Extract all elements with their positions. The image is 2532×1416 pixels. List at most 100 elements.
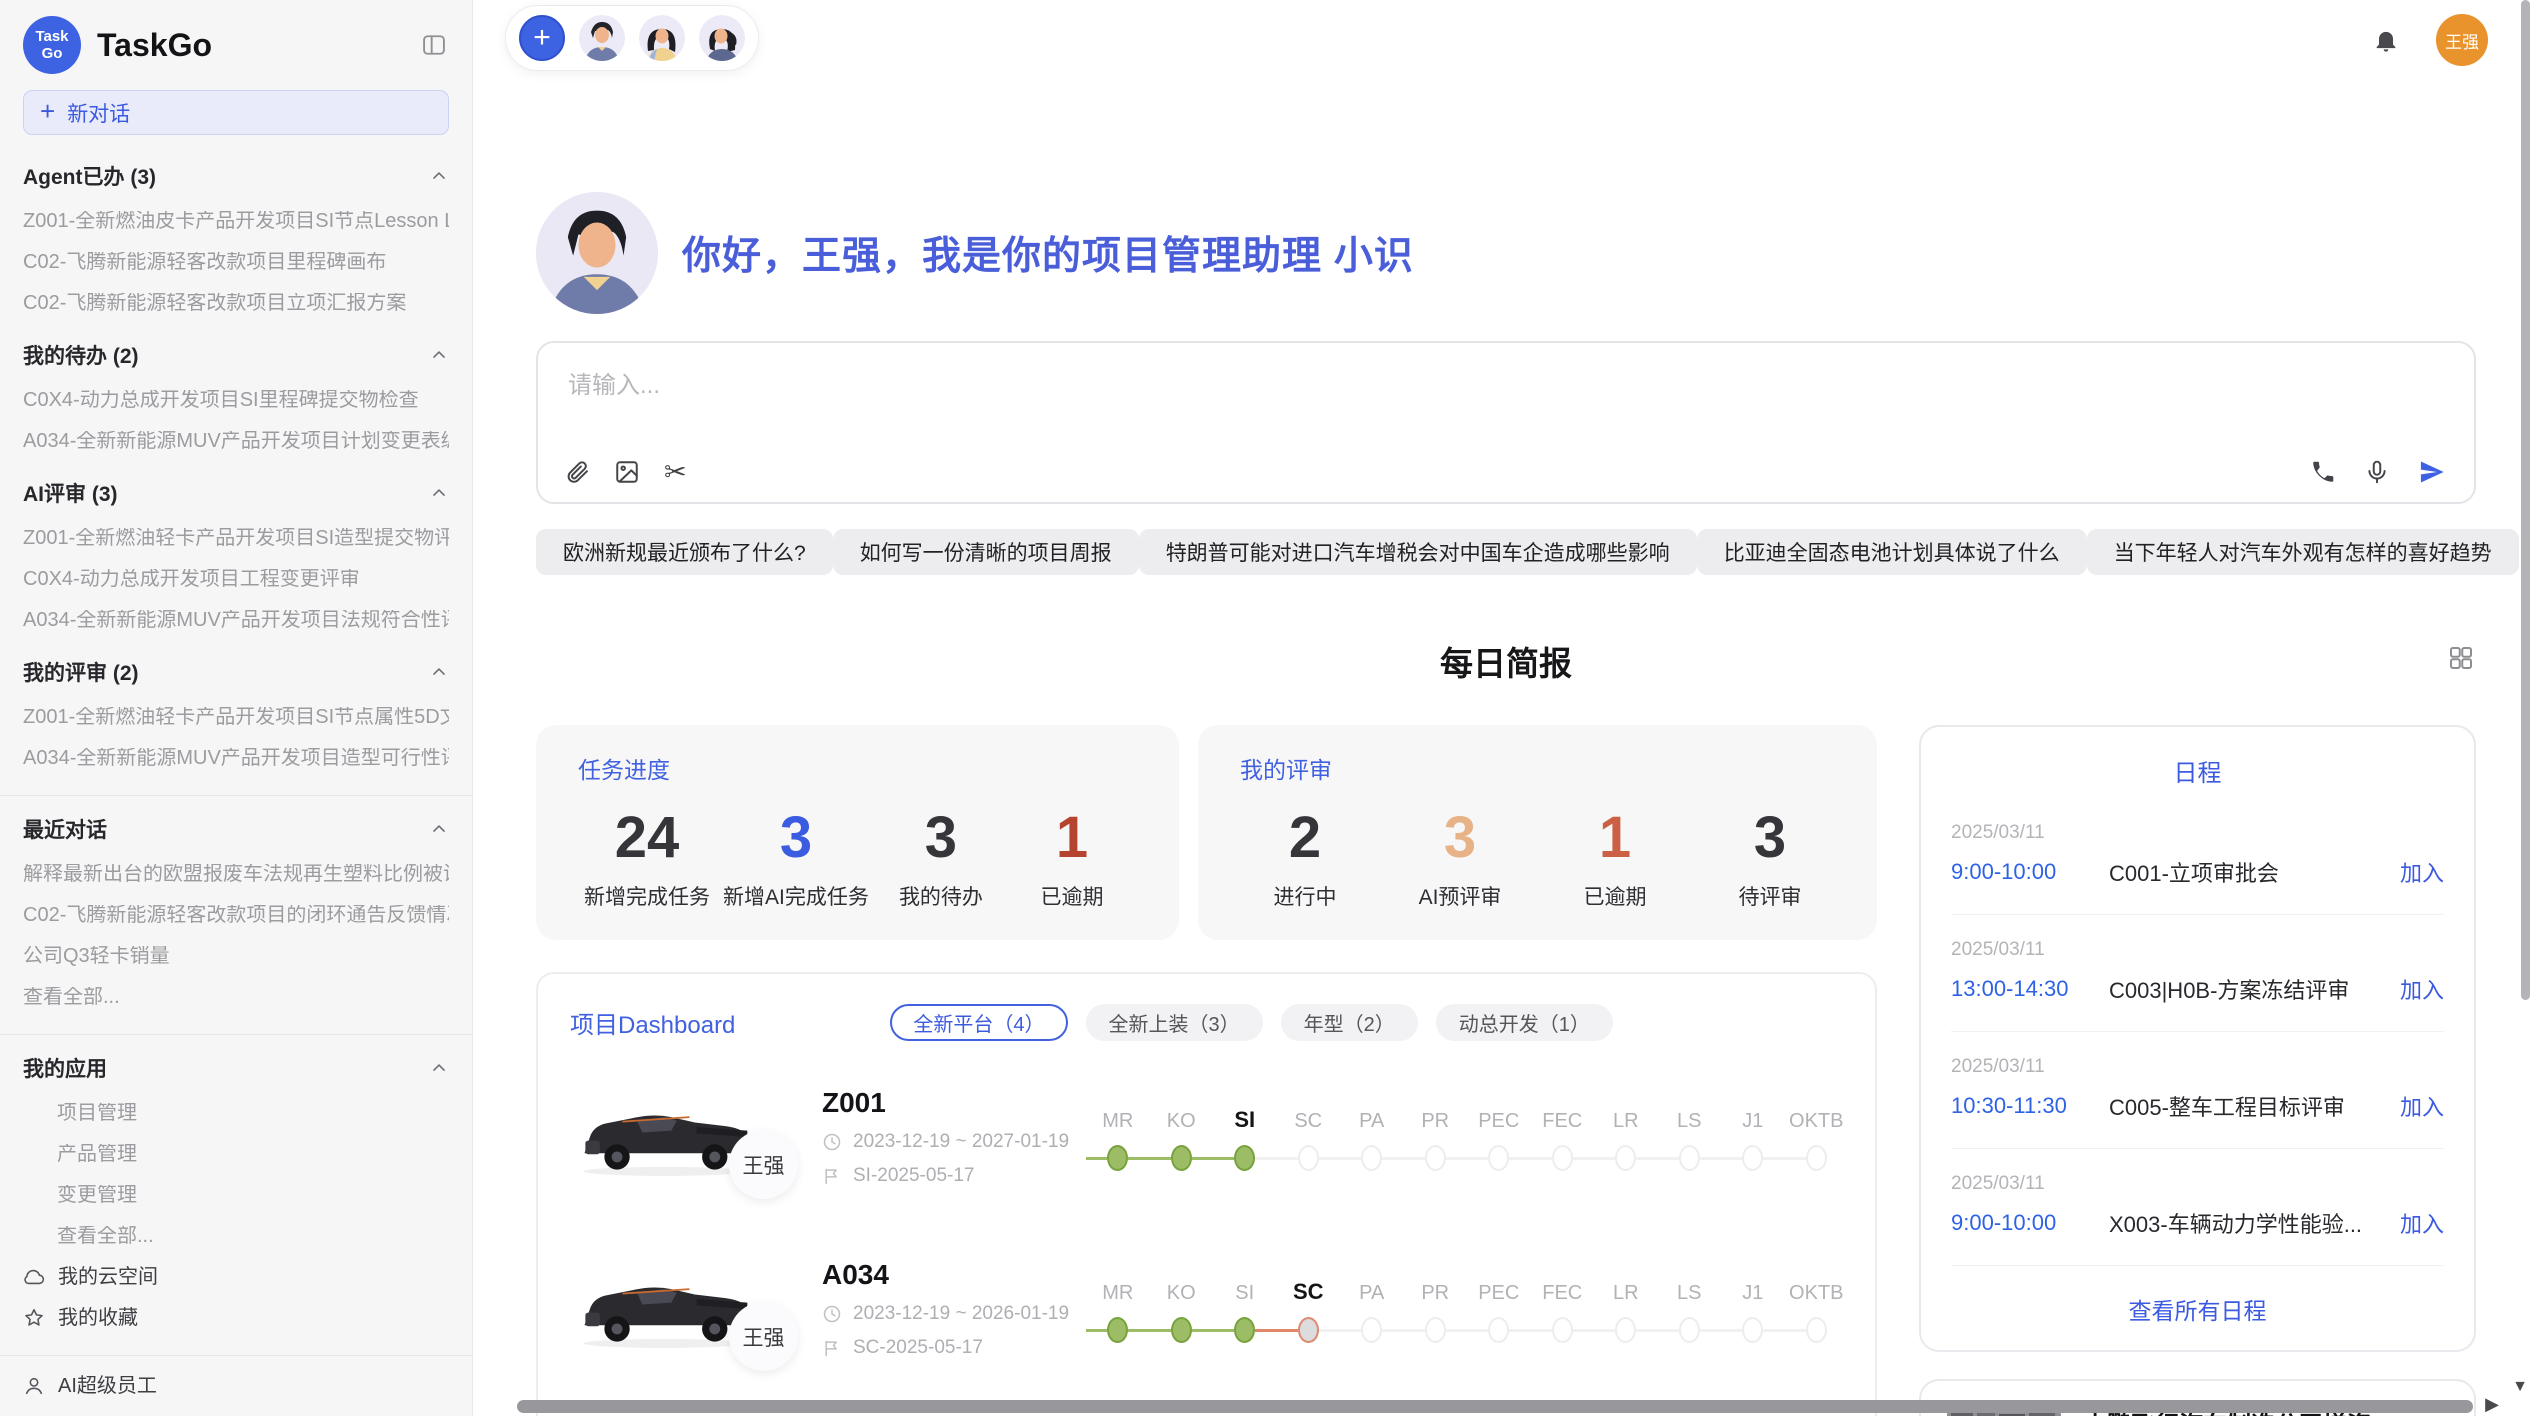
sidebar-tool-ai-employee[interactable]: AI超级员工 (23, 1375, 449, 1397)
vertical-scrollbar[interactable] (2521, 0, 2530, 1000)
sidebar-item[interactable]: A034-全新新能源MUV产品开发项目法规符合性评审 (23, 610, 449, 631)
project-info: Z0012023-12-19 ~ 2027-01-19SI-2025-05-17 (822, 1087, 1080, 1187)
milestone-line (1573, 1329, 1594, 1332)
milestone-mr: MR (1086, 1275, 1150, 1343)
stat: 3AI预评审 (1401, 805, 1519, 911)
view-all-link[interactable]: 查看全部... (23, 1226, 449, 1247)
sidebar-section-header[interactable]: 我的评审 (2) (23, 657, 449, 687)
milestone-dot (1107, 1145, 1128, 1171)
sidebar-section-header[interactable]: AI评审 (3) (23, 478, 449, 508)
sidebar-sections: Agent已办 (3) Z001-全新燃油皮卡产品开发项目SI节点Lesson L… (23, 161, 449, 769)
join-meeting-link[interactable]: 加入 (2400, 1090, 2444, 1122)
recent-chat-item[interactable]: C02-飞腾新能源轻客改款项目的闭环通告反馈情况 (23, 905, 449, 926)
sidebar-item[interactable]: A034-全新新能源MUV产品开发项目计划变更表编写 (23, 431, 449, 452)
sidebar-item[interactable]: A034-全新新能源MUV产品开发项目造型可行性评审 (23, 748, 449, 769)
dashboard-tab[interactable]: 全新平台（4） (890, 1004, 1067, 1041)
sidebar-item[interactable]: Z001-全新燃油皮卡产品开发项目SI节点Lesson Learn报告 (23, 211, 449, 232)
milestone-line (1404, 1157, 1425, 1160)
sidebar-item[interactable]: C02-飞腾新能源轻客改款项目里程碑画布 (23, 252, 449, 273)
project-dates-text: 2023-12-19 ~ 2027-01-19 (853, 1131, 1069, 1153)
sidebar-section-header[interactable]: 我的待办 (2) (23, 340, 449, 370)
schedule-entry: 2025/03/119:00-10:00C001-立项审批会加入 (1951, 798, 2444, 915)
suggestion-chip[interactable]: 特朗普可能对进口汽车增税会对中国车企造成哪些影响 (1139, 529, 1697, 575)
stat: 24新增完成任务 (584, 805, 710, 911)
image-upload-button[interactable] (614, 459, 640, 485)
schedule-event-name: C005-整车工程目标评审 (2109, 1090, 2400, 1122)
milestone-label: FEC (1542, 1275, 1582, 1305)
recent-chat-item[interactable]: 公司Q3轻卡销量 (23, 946, 449, 967)
stat: 2进行中 (1246, 805, 1364, 911)
recent-chat-item[interactable]: 解释最新出台的欧盟报废车法规再生塑料比例被调至15%... (23, 864, 449, 885)
milestone-line (1086, 1329, 1107, 1332)
join-meeting-link[interactable]: 加入 (2400, 1207, 2444, 1239)
milestone-track: MRKOSISCPAPRPECFECLRLSJ1OKTB (1086, 1275, 1848, 1343)
view-all-link[interactable]: 查看全部... (23, 987, 449, 1008)
sidebar-shortcut-cloud[interactable]: 我的云空间 (23, 1266, 449, 1288)
attachment-button[interactable] (564, 459, 590, 485)
project-list: 王强Z0012023-12-19 ~ 2027-01-19SI-2025-05-… (570, 1087, 1843, 1416)
sidebar-item[interactable]: C0X4-动力总成开发项目SI里程碑提交物检查 (23, 390, 449, 411)
briefing-right-column: 日程 2025/03/119:00-10:00C001-立项审批会加入 2025/… (1919, 725, 2476, 1416)
milestone-dot-track (1467, 1317, 1531, 1343)
project-node-text: SI-2025-05-17 (853, 1165, 974, 1187)
milestone-ko: KO (1150, 1103, 1214, 1171)
horizontal-scrollbar[interactable] (517, 1400, 2473, 1413)
milestone-line (1573, 1157, 1594, 1160)
schedule-date: 2025/03/11 (1951, 1056, 2444, 1078)
suggestion-chip[interactable]: 比亚迪全固态电池计划具体说了什么 (1697, 529, 2087, 575)
schedule-title: 日程 (1951, 753, 2444, 788)
recent-chats-header[interactable]: 最近对话 (23, 814, 449, 844)
project-row[interactable]: 王强Z0012023-12-19 ~ 2027-01-19SI-2025-05-… (570, 1087, 1843, 1187)
chevron-up-icon (429, 166, 449, 186)
sidebar-section-header-label: 我的评审 (2) (23, 657, 139, 687)
milestone-si: SI (1213, 1275, 1277, 1343)
view-all-schedule-link[interactable]: 查看所有日程 (1951, 1292, 2444, 1326)
sidebar-apps: 我的应用项目管理产品管理变更管理查看全部... 我的云空间我的收藏 (23, 1053, 449, 1329)
milestone-track: MRKOSISCPAPRPECFECLRLSJ1OKTB (1086, 1103, 1848, 1171)
project-current-node: SI-2025-05-17 (822, 1165, 1080, 1187)
milestone-line (1594, 1329, 1615, 1332)
stats-card-title: 任务进度 (578, 751, 1137, 785)
sidebar-item[interactable]: Z001-全新燃油轻卡产品开发项目SI造型提交物评审 (23, 528, 449, 549)
sidebar-divider (0, 1355, 472, 1356)
new-chat-button[interactable]: + 新对话 (23, 90, 449, 135)
my-apps-header[interactable]: 我的应用 (23, 1053, 449, 1083)
milestone-label: FEC (1542, 1103, 1582, 1133)
suggestion-chip[interactable]: 如何写一份清晰的项目周报 (833, 529, 1139, 575)
stat-label: 我的待办 (882, 881, 1000, 911)
app-item[interactable]: 变更管理 (23, 1185, 449, 1206)
voice-call-button[interactable] (2310, 459, 2336, 485)
send-button[interactable] (2418, 458, 2446, 486)
stat-label: 待评审 (1711, 881, 1829, 911)
dashboard-tab[interactable]: 动总开发（1） (1436, 1004, 1613, 1041)
milestone-line (1785, 1329, 1806, 1332)
layout-toggle-button[interactable] (2446, 643, 2476, 673)
milestone-label: LS (1677, 1103, 1701, 1133)
join-meeting-link[interactable]: 加入 (2400, 973, 2444, 1005)
sidebar-shortcut-star[interactable]: 我的收藏 (23, 1307, 449, 1329)
scissors-icon[interactable]: ✂ (664, 458, 687, 486)
sidebar-item[interactable]: C02-飞腾新能源轻客改款项目立项汇报方案 (23, 293, 449, 314)
app-item[interactable]: 项目管理 (23, 1103, 449, 1124)
sidebar-section-header[interactable]: Agent已办 (3) (23, 161, 449, 191)
milestone-dot (1488, 1317, 1509, 1343)
suggestion-chip[interactable]: 当下年轻人对汽车外观有怎样的喜好趋势 (2087, 529, 2519, 575)
sidebar-item[interactable]: Z001-全新燃油轻卡产品开发项目SI节点属性5D文件评审 (23, 707, 449, 728)
microphone-button[interactable] (2364, 459, 2390, 485)
project-owner-badge: 王强 (729, 1130, 798, 1199)
milestone-line (1467, 1157, 1488, 1160)
scroll-right-arrow-icon[interactable]: ▶ (2485, 1394, 2499, 1415)
dashboard-tab[interactable]: 全新上装（3） (1086, 1004, 1263, 1041)
chat-input[interactable]: 请输入... ✂ (536, 341, 2476, 504)
project-row[interactable]: 王强A0342023-12-19 ~ 2026-01-19SC-2025-05-… (570, 1259, 1843, 1359)
suggestion-chip[interactable]: 欧洲新规最近颁布了什么? (536, 529, 833, 575)
shortcut-label: 我的收藏 (58, 1307, 138, 1329)
app-item[interactable]: 产品管理 (23, 1144, 449, 1165)
dashboard-tab[interactable]: 年型（2） (1281, 1004, 1418, 1041)
sidebar-item[interactable]: C0X4-动力总成开发项目工程变更评审 (23, 569, 449, 590)
milestone-label: OKTB (1789, 1275, 1843, 1305)
schedule-date: 2025/03/11 (1951, 1173, 2444, 1195)
scroll-down-arrow-icon[interactable]: ▼ (2512, 1378, 2528, 1396)
sidebar-collapse-button[interactable] (419, 31, 449, 59)
join-meeting-link[interactable]: 加入 (2400, 856, 2444, 888)
